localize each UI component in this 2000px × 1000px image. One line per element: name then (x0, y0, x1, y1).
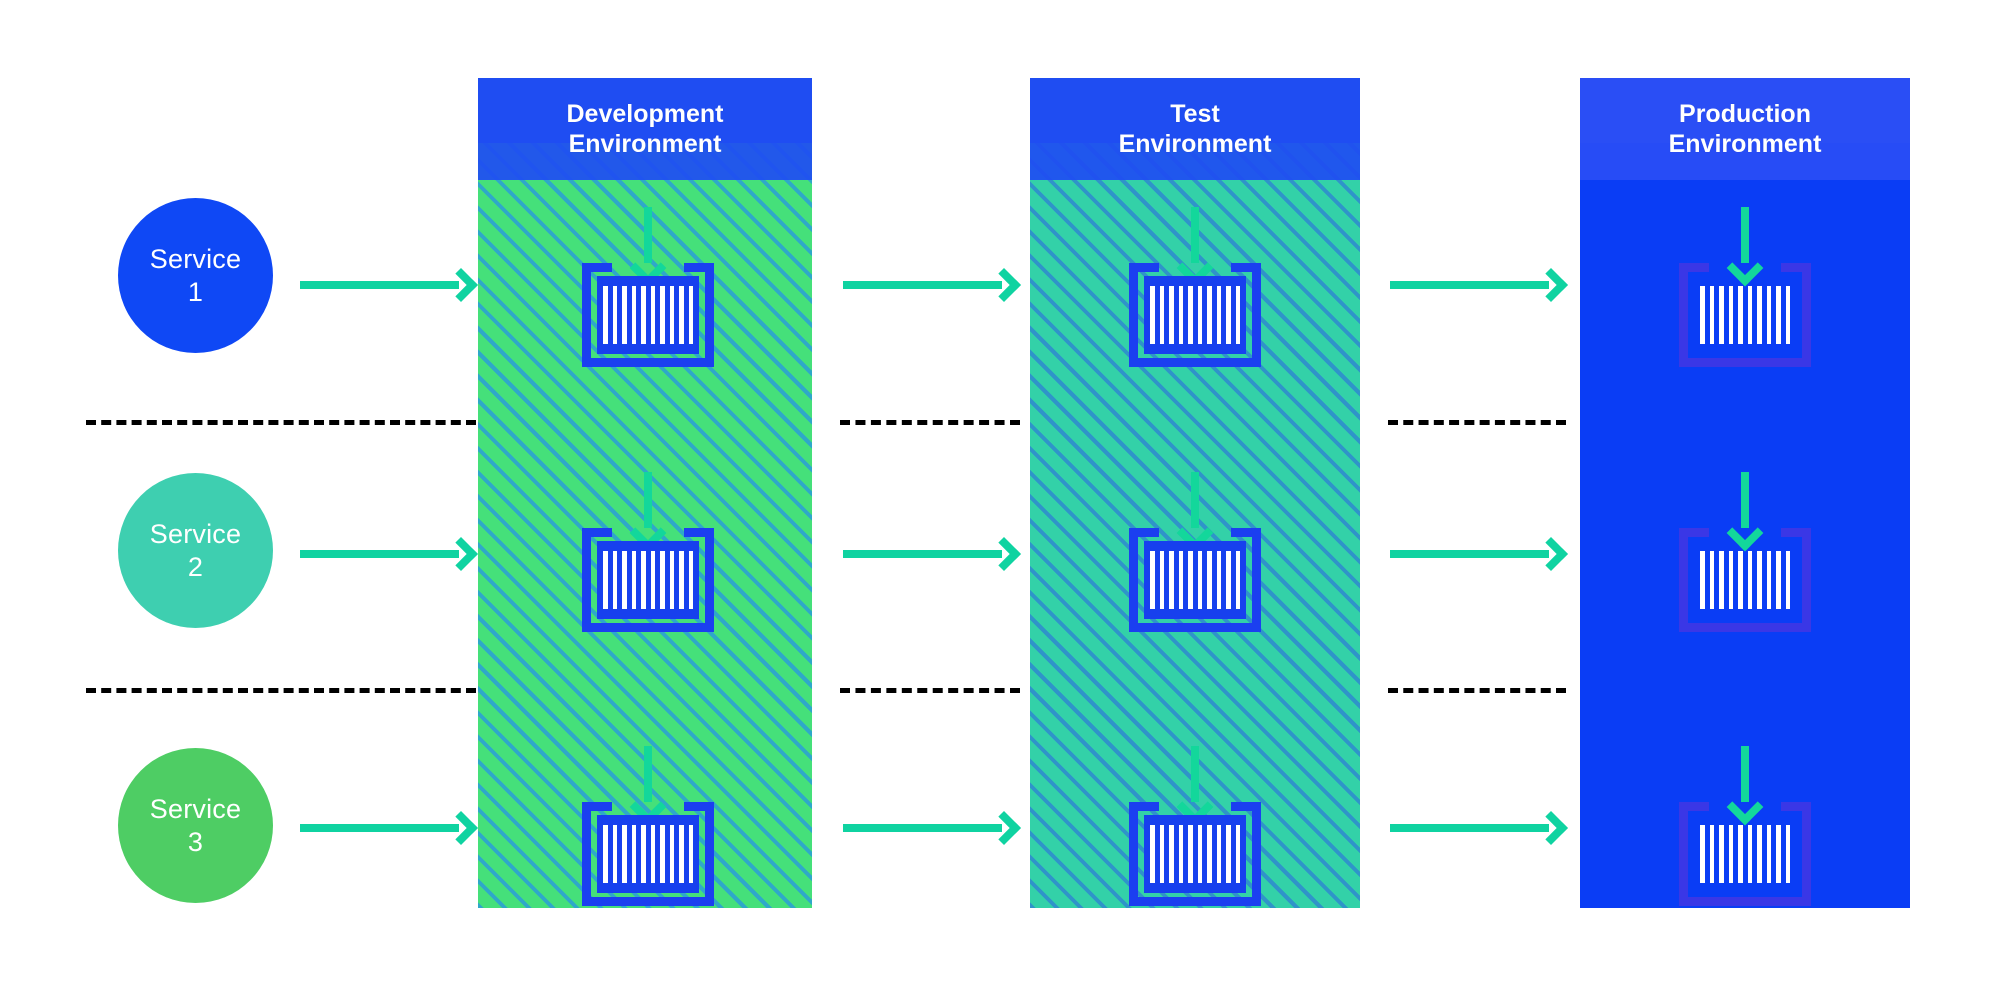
arrow-right-icon (300, 533, 478, 575)
service-label-name: Service (149, 518, 242, 549)
environment-header-production: Production Environment (1580, 78, 1910, 180)
arrow-shaft (1390, 281, 1549, 289)
environment-title-line2: Environment (568, 130, 722, 158)
container-body (1694, 541, 1796, 619)
arrow-head (444, 811, 478, 845)
arrow-head (987, 537, 1021, 571)
arrow-right-icon (1390, 533, 1568, 575)
container-body (1144, 815, 1246, 893)
container-icon-prod-3[interactable] (1679, 802, 1811, 906)
container-icon-test-1[interactable] (1129, 263, 1261, 367)
environment-header-test: Test Environment (1030, 78, 1360, 180)
environment-title-line1: Development (566, 99, 724, 128)
container-icon-prod-1[interactable] (1679, 263, 1811, 367)
environment-title-line2: Environment (1668, 130, 1822, 158)
service-label-number: 2 (187, 551, 204, 582)
service-label-number: 1 (187, 276, 204, 307)
arrow-head (444, 537, 478, 571)
arrow-head (1534, 811, 1568, 845)
diagram-canvas: Service 1 Service 2 Service 3 Developmen… (0, 0, 2000, 1000)
arrow-head (1534, 537, 1568, 571)
environment-title-line2: Environment (1118, 130, 1272, 158)
arrow-shaft (843, 824, 1002, 832)
container-body (597, 276, 699, 354)
arrow-shaft (300, 824, 459, 832)
row-separator-2-middle (840, 688, 1020, 693)
arrow-right-icon (843, 533, 1021, 575)
arrow-right-icon (843, 264, 1021, 306)
container-icon-prod-2[interactable] (1679, 528, 1811, 632)
container-body (1694, 815, 1796, 893)
environment-title-line1: Production (1679, 99, 1811, 128)
container-icon-test-3[interactable] (1129, 802, 1261, 906)
arrow-shaft (300, 550, 459, 558)
service-label-number: 3 (187, 826, 204, 857)
service-circle-1[interactable]: Service 1 (118, 198, 273, 353)
arrow-right-icon (300, 264, 478, 306)
service-circle-2[interactable]: Service 2 (118, 473, 273, 628)
row-separator-1-left (86, 420, 476, 425)
environment-header-development: Development Environment (478, 78, 812, 180)
arrow-right-icon (843, 807, 1021, 849)
row-separator-2-left (86, 688, 476, 693)
arrow-right-icon (1390, 264, 1568, 306)
arrow-shaft (1390, 550, 1549, 558)
container-body (597, 815, 699, 893)
service-label-name: Service (149, 793, 242, 824)
container-icon-test-2[interactable] (1129, 528, 1261, 632)
row-separator-2-right (1388, 688, 1566, 693)
container-icon-dev-1[interactable] (582, 263, 714, 367)
container-body (1144, 276, 1246, 354)
container-body (597, 541, 699, 619)
container-icon-dev-2[interactable] (582, 528, 714, 632)
arrow-shaft (1390, 824, 1549, 832)
row-separator-1-right (1388, 420, 1566, 425)
arrow-shaft (843, 550, 1002, 558)
container-body (1144, 541, 1246, 619)
arrow-head (444, 268, 478, 302)
arrow-head (987, 268, 1021, 302)
container-body (1694, 276, 1796, 354)
environment-title-line1: Test (1170, 99, 1220, 128)
arrow-right-icon (300, 807, 478, 849)
arrow-shaft (300, 281, 459, 289)
arrow-head (1534, 268, 1568, 302)
row-separator-1-middle (840, 420, 1020, 425)
service-label-name: Service (149, 243, 242, 274)
service-circle-3[interactable]: Service 3 (118, 748, 273, 903)
arrow-right-icon (1390, 807, 1568, 849)
container-icon-dev-3[interactable] (582, 802, 714, 906)
arrow-shaft (843, 281, 1002, 289)
arrow-head (987, 811, 1021, 845)
